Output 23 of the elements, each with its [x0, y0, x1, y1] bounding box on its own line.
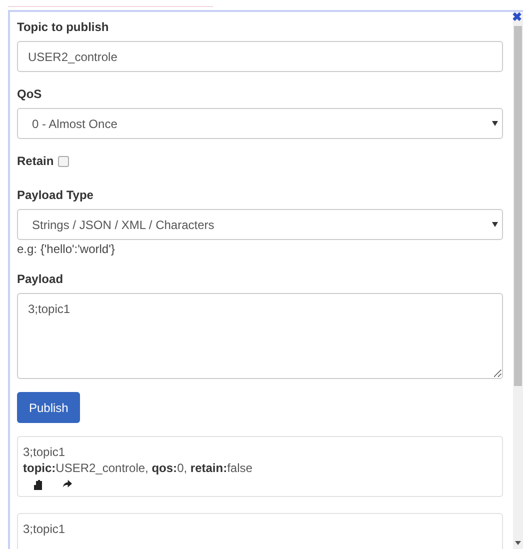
caret-icon	[492, 222, 498, 227]
forward-arrow-icon[interactable]	[61, 479, 73, 489]
field-label: Topic to publish	[17, 20, 110, 34]
scrollbar-thumb[interactable]	[514, 26, 522, 386]
payload-textarea[interactable]: 3;topic1	[17, 293, 503, 379]
qos-select[interactable]: 0 - Almost Once	[17, 108, 503, 139]
field-label: QoS	[17, 87, 43, 101]
topic-input[interactable]: USER2_controle	[17, 41, 503, 72]
scroll-down-icon[interactable]	[515, 541, 521, 545]
close-icon[interactable]: ✖	[512, 12, 522, 24]
retain-checkbox[interactable]	[58, 156, 69, 166]
message-payload: 3;topic1	[23, 444, 66, 460]
field-label: Payload Type	[17, 188, 94, 202]
publish-button[interactable]: Publish	[17, 392, 80, 423]
retain-label: Retain	[17, 154, 54, 168]
scrollbar[interactable]	[513, 12, 523, 549]
caret-icon	[492, 121, 498, 126]
message-payload: 3;topic1	[23, 521, 66, 537]
payload-hint: e.g: {'hello':'world'}	[17, 242, 116, 256]
message-meta: topic:USER2_controle, qos:0, retain:false	[23, 460, 254, 476]
clipboard-icon[interactable]	[33, 479, 45, 491]
payload-type-select[interactable]: Strings / JSON / XML / Characters	[17, 209, 503, 240]
field-label: Payload	[17, 272, 64, 286]
